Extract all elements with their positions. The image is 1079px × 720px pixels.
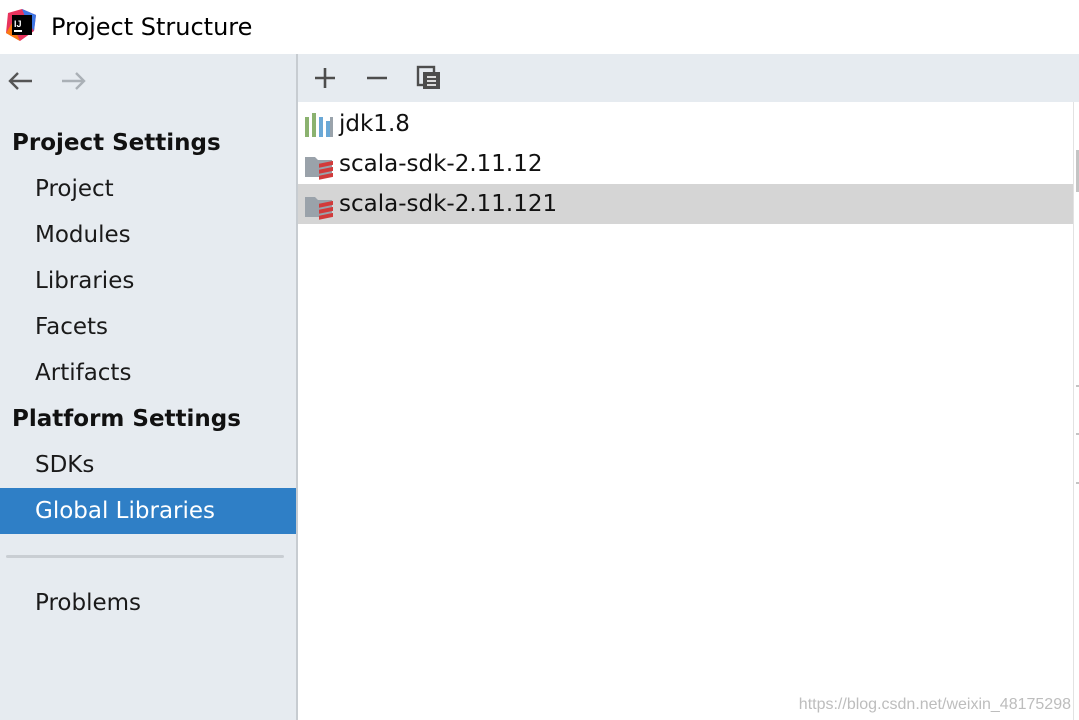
sidebar-item-problems[interactable]: Problems bbox=[0, 580, 296, 626]
list-item-jdk1-8[interactable]: jdk1.8 bbox=[298, 104, 1073, 144]
copy-icon bbox=[416, 65, 440, 89]
copy-library-button[interactable] bbox=[413, 62, 445, 94]
watermark-text: https://blog.csdn.net/weixin_48175298 bbox=[798, 696, 1071, 713]
jdk-library-icon bbox=[305, 113, 333, 137]
library-label: jdk1.8 bbox=[339, 111, 410, 137]
section-header-project-settings: Project Settings bbox=[12, 130, 221, 156]
library-toolbar bbox=[298, 54, 1079, 102]
add-library-button[interactable] bbox=[309, 62, 341, 94]
scala-library-icon bbox=[305, 157, 333, 180]
arrow-left-icon[interactable] bbox=[6, 66, 36, 96]
list-item-scala-sdk-2-11-12[interactable]: scala-sdk-2.11.12 bbox=[298, 144, 1073, 184]
sidebar-item-libraries[interactable]: Libraries bbox=[0, 258, 296, 304]
sidebar-item-artifacts[interactable]: Artifacts bbox=[0, 350, 296, 396]
plus-icon bbox=[315, 68, 335, 88]
sidebar: Project Settings Project Modules Librari… bbox=[0, 54, 298, 720]
library-label: scala-sdk-2.11.121 bbox=[339, 191, 558, 217]
title-bar: IJ Project Structure bbox=[0, 0, 1079, 54]
arrow-right-icon[interactable] bbox=[58, 66, 88, 96]
scala-library-icon bbox=[305, 197, 333, 220]
details-panel-edge bbox=[1073, 102, 1079, 720]
sidebar-item-global-libraries[interactable]: Global Libraries bbox=[0, 488, 296, 534]
sidebar-item-facets[interactable]: Facets bbox=[0, 304, 296, 350]
library-label: scala-sdk-2.11.12 bbox=[339, 151, 543, 177]
sidebar-divider bbox=[6, 555, 284, 558]
section-header-platform-settings: Platform Settings bbox=[12, 406, 241, 432]
svg-text:IJ: IJ bbox=[14, 19, 22, 29]
sidebar-item-modules[interactable]: Modules bbox=[0, 212, 296, 258]
main-panel: jdk1.8 scala-sdk-2.11.12 scala-sdk-2.11.… bbox=[298, 54, 1079, 720]
intellij-idea-icon: IJ bbox=[6, 9, 36, 41]
sidebar-item-project[interactable]: Project bbox=[0, 166, 296, 212]
sidebar-item-sdks[interactable]: SDKs bbox=[0, 442, 296, 488]
minus-icon bbox=[367, 76, 387, 80]
remove-library-button[interactable] bbox=[361, 62, 393, 94]
window-title: Project Structure bbox=[51, 13, 253, 41]
list-item-scala-sdk-2-11-121[interactable]: scala-sdk-2.11.121 bbox=[298, 184, 1073, 224]
